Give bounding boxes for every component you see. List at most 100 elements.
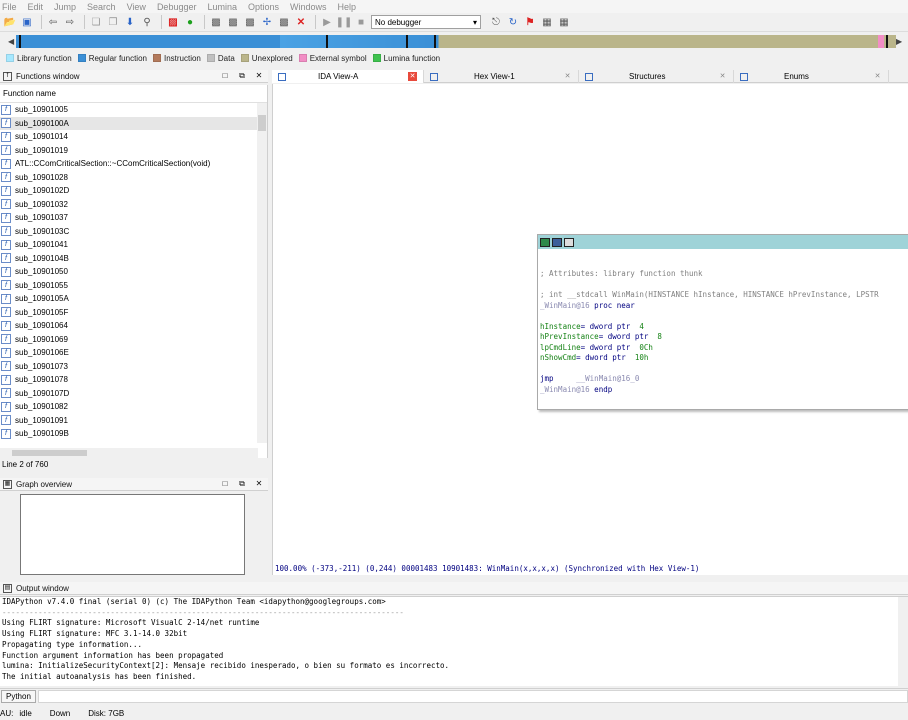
tab-close-icon[interactable]: ✕ — [563, 72, 572, 81]
back-icon[interactable]: ⇦ — [46, 15, 60, 29]
close-icon[interactable]: ✕ — [254, 479, 264, 489]
function-row[interactable]: f ATL::CComCriticalSection::~CComCritical… — [0, 157, 267, 171]
stack-var-name[interactable]: hInstance — [540, 322, 581, 331]
minimize-icon[interactable]: □ — [220, 71, 230, 81]
debugger-select[interactable]: No debugger ▾ — [371, 15, 481, 29]
search-icon[interactable]: ⚲ — [140, 15, 154, 29]
menu-item-jump[interactable]: Jump — [54, 2, 76, 12]
functions-column-header[interactable]: Function name — [0, 85, 267, 103]
function-row[interactable]: f sub_10901064 — [0, 319, 267, 333]
save-icon[interactable]: ▣ — [20, 15, 34, 29]
output-scrollbar[interactable] — [898, 597, 908, 687]
python-button[interactable]: Python — [1, 690, 36, 703]
forward-icon[interactable]: ⇨ — [63, 15, 77, 29]
output-window[interactable]: IDAPython v7.4.0 final (serial 0) (c) Th… — [0, 596, 908, 687]
menu-item-view[interactable]: View — [127, 2, 146, 12]
navigation-strip[interactable] — [16, 35, 896, 48]
stack-var-name[interactable]: lpCmdLine — [540, 343, 581, 352]
minimize-icon[interactable]: □ — [220, 479, 230, 489]
function-row[interactable]: f sub_10901073 — [0, 360, 267, 374]
function-row[interactable]: f sub_1090102D — [0, 184, 267, 198]
jump-down-icon[interactable]: ⬇ — [123, 15, 137, 29]
menu-item-edit[interactable]: Edit — [28, 2, 44, 12]
function-row[interactable]: f sub_1090100A — [0, 116, 267, 130]
copy-icon[interactable]: ❏ — [89, 15, 103, 29]
undefine-icon[interactable]: ✕ — [294, 15, 308, 29]
code-icon[interactable]: ▩ — [209, 15, 223, 29]
close-icon[interactable]: ✕ — [254, 71, 264, 81]
menu-item-lumina[interactable]: Lumina — [207, 2, 237, 12]
data-icon[interactable]: ▩ — [226, 15, 240, 29]
menu-item-windows[interactable]: Windows — [290, 2, 327, 12]
graph-icon[interactable]: ▨ — [166, 15, 180, 29]
function-row[interactable]: f sub_1090103C — [0, 225, 267, 239]
navigation-band[interactable]: ◀ ▶ — [8, 35, 906, 48]
functions-vertical-scrollbar[interactable] — [257, 103, 267, 443]
stop-icon[interactable]: ■ — [354, 15, 368, 29]
menu-item-search[interactable]: Search — [87, 2, 116, 12]
functions-horizontal-scrollbar[interactable] — [0, 448, 258, 458]
function-row[interactable]: f sub_10901050 — [0, 265, 267, 279]
function-row[interactable]: f sub_10901082 — [0, 400, 267, 414]
play-icon[interactable]: ▶ — [320, 15, 334, 29]
tab-structures[interactable]: Structures ✕ — [579, 70, 734, 83]
function-row[interactable]: f sub_1090105A — [0, 292, 267, 306]
stack-var-name[interactable]: nShowCmd — [540, 353, 576, 362]
function-row[interactable]: f sub_10901055 — [0, 279, 267, 293]
function-row[interactable]: f sub_10901078 — [0, 373, 267, 387]
menu-item-help[interactable]: Help — [338, 2, 357, 12]
string-icon[interactable]: ▩ — [243, 15, 257, 29]
breakpoint-icon[interactable]: ⎋ — [489, 15, 503, 29]
tab-close-icon[interactable]: ✕ — [873, 72, 882, 81]
node-group-icon[interactable] — [564, 237, 574, 247]
ida-view-graph[interactable]: ; Attributes: library function thunk ; in… — [272, 84, 908, 575]
function-row[interactable]: f sub_10901014 — [0, 130, 267, 144]
struct-icon[interactable]: ✢ — [260, 15, 274, 29]
proc-name[interactable]: _WinMain@16 — [540, 301, 590, 310]
function-row[interactable]: f sub_10901005 — [0, 103, 267, 117]
function-row[interactable]: f sub_1090105F — [0, 306, 267, 320]
menu-item-options[interactable]: Options — [248, 2, 279, 12]
paste-icon[interactable]: ❐ — [106, 15, 120, 29]
function-row[interactable]: f sub_10901091 — [0, 414, 267, 428]
node-graph-icon[interactable] — [552, 237, 562, 247]
tab-close-icon[interactable]: ✕ — [718, 72, 727, 81]
graph-overview-canvas[interactable] — [20, 494, 245, 575]
menu-item-file[interactable]: File — [2, 2, 17, 12]
node-color-icon[interactable] — [540, 237, 550, 247]
function-row[interactable]: f sub_1090107D — [0, 387, 267, 401]
graph-node[interactable]: ; Attributes: library function thunk ; in… — [537, 234, 908, 410]
tab-ida-view-a[interactable]: IDA View-A ✕ — [272, 70, 424, 83]
nav-left-arrow-icon[interactable]: ◀ — [8, 37, 16, 46]
lumina-push-icon[interactable]: ▦ — [557, 15, 571, 29]
legend-label: Lumina function — [383, 53, 441, 63]
function-row[interactable]: f sub_10901028 — [0, 171, 267, 185]
menu-item-debugger[interactable]: Debugger — [157, 2, 197, 12]
endp-name[interactable]: _WinMain@16 — [540, 385, 590, 394]
tab-enums[interactable]: Enums ✕ — [734, 70, 889, 83]
function-row[interactable]: f sub_1090106E — [0, 346, 267, 360]
nav-right-arrow-icon[interactable]: ▶ — [896, 37, 904, 46]
function-row[interactable]: f sub_10901069 — [0, 333, 267, 347]
jmp-target[interactable]: __WinMain@16_0 — [576, 374, 639, 383]
lumina-pull-icon[interactable]: ▦ — [540, 15, 554, 29]
float-icon[interactable]: ⧉ — [237, 71, 247, 81]
disassembly-code[interactable]: ; Attributes: library function thunk ; in… — [538, 249, 908, 395]
sync-icon[interactable]: ↻ — [506, 15, 520, 29]
stack-var-name[interactable]: hPrevInstance — [540, 332, 599, 341]
function-row[interactable]: f sub_10901041 — [0, 238, 267, 252]
function-row[interactable]: f sub_10901032 — [0, 198, 267, 212]
tab-close-icon[interactable]: ✕ — [408, 72, 417, 81]
function-row[interactable]: f sub_10901019 — [0, 144, 267, 158]
pause-icon[interactable]: ❚❚ — [336, 15, 353, 29]
array-icon[interactable]: ▩ — [277, 15, 291, 29]
function-row[interactable]: f sub_1090104B — [0, 252, 267, 266]
python-input[interactable] — [37, 690, 908, 703]
flag-icon[interactable]: ⚑ — [523, 15, 537, 29]
function-row[interactable]: f sub_10901037 — [0, 211, 267, 225]
open-icon[interactable]: 📂 — [3, 15, 17, 29]
function-row[interactable]: f sub_1090109B — [0, 427, 267, 441]
run-circle-icon[interactable]: ● — [183, 15, 197, 29]
float-icon[interactable]: ⧉ — [237, 479, 247, 489]
tab-hex-view-1[interactable]: Hex View-1 ✕ — [424, 70, 579, 83]
